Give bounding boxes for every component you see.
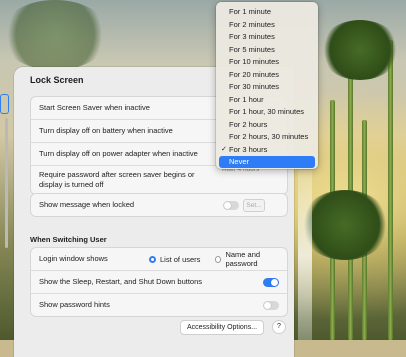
menu-item-2-hours-30-minutes[interactable]: For 2 hours, 30 minutes xyxy=(219,131,315,143)
bamboo-leaves xyxy=(300,190,390,260)
settings-row-sleep-buttons: Show the Sleep, Restart, and Shut Down b… xyxy=(31,271,287,294)
toggle-knob xyxy=(271,278,278,286)
row-label: Start Screen Saver when inactive xyxy=(39,103,150,112)
row-label: Show message when locked xyxy=(39,200,135,209)
password-hints-toggle[interactable] xyxy=(263,300,279,310)
toggle-knob xyxy=(264,301,271,309)
message-group: Show message when locked Set... xyxy=(30,193,288,217)
menu-item-30-minutes[interactable]: For 30 minutes xyxy=(219,81,315,93)
accessibility-options-button[interactable]: Accessibility Options... xyxy=(180,320,265,335)
menu-item-label: For 1 hour xyxy=(229,94,264,104)
row-label: Login window shows xyxy=(39,254,108,263)
menu-item-label: Never xyxy=(229,157,250,166)
row-label: Show the Sleep, Restart, and Shut Down b… xyxy=(39,277,203,286)
settings-row-password-hints: Show password hints xyxy=(31,294,287,316)
scrollbar[interactable] xyxy=(5,118,8,248)
menu-item-label: For 1 minute xyxy=(229,7,272,16)
menu-item-1-minute[interactable]: For 1 minute xyxy=(219,6,315,18)
show-message-toggle[interactable] xyxy=(223,200,239,210)
require-password-dropdown-menu: For 1 minute For 2 minutes For 3 minutes… xyxy=(216,2,318,169)
foliage xyxy=(0,0,110,70)
menu-item-1-hour[interactable]: For 1 hour xyxy=(219,94,315,106)
menu-item-label: For 1 hour, 30 minutes xyxy=(229,107,305,116)
menu-item-5-minutes[interactable]: For 5 minutes xyxy=(219,44,315,56)
radio-list-of-users[interactable]: List of users xyxy=(149,255,200,264)
menu-item-label: For 3 minutes xyxy=(229,32,275,41)
radio-dot xyxy=(215,255,222,263)
menu-item-3-minutes[interactable]: For 3 minutes xyxy=(219,31,315,43)
sleep-buttons-toggle[interactable] xyxy=(263,277,279,287)
row-label: Turn display off on battery when inactiv… xyxy=(39,126,173,135)
menu-item-3-hours[interactable]: ✓ For 3 hours xyxy=(219,144,315,156)
waterfall xyxy=(298,170,312,340)
toggle-knob xyxy=(224,201,231,209)
row-label: Show password hints xyxy=(39,300,110,309)
row-label: Require password after screen saver begi… xyxy=(39,170,195,189)
radio-label: List of users xyxy=(160,254,201,264)
help-button[interactable]: ? xyxy=(272,320,286,334)
menu-item-label: For 3 hours xyxy=(229,144,268,154)
page-title: Lock Screen xyxy=(30,75,84,85)
menu-item-2-hours[interactable]: For 2 hours xyxy=(219,119,315,131)
menu-item-never[interactable]: Never xyxy=(219,156,315,168)
settings-row-show-message: Show message when locked Set... xyxy=(31,194,287,216)
settings-row-login-window: Login window shows List of users Name an… xyxy=(31,248,287,271)
menu-item-label: For 30 minutes xyxy=(229,82,280,91)
bamboo-stalk xyxy=(388,40,393,340)
menu-item-label: For 10 minutes xyxy=(229,57,280,66)
menu-item-2-minutes[interactable]: For 2 minutes xyxy=(219,19,315,31)
set-message-button[interactable]: Set... xyxy=(243,198,265,212)
radio-name-and-password[interactable]: Name and password xyxy=(215,250,287,268)
menu-item-label: For 2 hours xyxy=(229,119,268,129)
menu-item-label: For 2 minutes xyxy=(229,19,275,29)
bamboo-leaves xyxy=(320,20,400,80)
radio-dot xyxy=(149,255,156,263)
checkmark-icon: ✓ xyxy=(221,145,227,153)
sidebar-selection-edge xyxy=(0,94,9,114)
menu-item-10-minutes[interactable]: For 10 minutes xyxy=(219,56,315,68)
menu-item-1-hour-30-minutes[interactable]: For 1 hour, 30 minutes xyxy=(219,106,315,118)
menu-item-label: For 2 hours, 30 minutes xyxy=(229,132,309,141)
menu-item-label: For 20 minutes xyxy=(229,69,280,79)
menu-item-20-minutes[interactable]: For 20 minutes xyxy=(219,69,315,81)
section-title-switching: When Switching User xyxy=(30,235,107,244)
radio-label: Name and password xyxy=(225,250,261,268)
row-label: Turn display off on power adapter when i… xyxy=(39,149,198,158)
switching-group: Login window shows List of users Name an… xyxy=(30,247,288,317)
menu-item-label: For 5 minutes xyxy=(229,44,275,54)
